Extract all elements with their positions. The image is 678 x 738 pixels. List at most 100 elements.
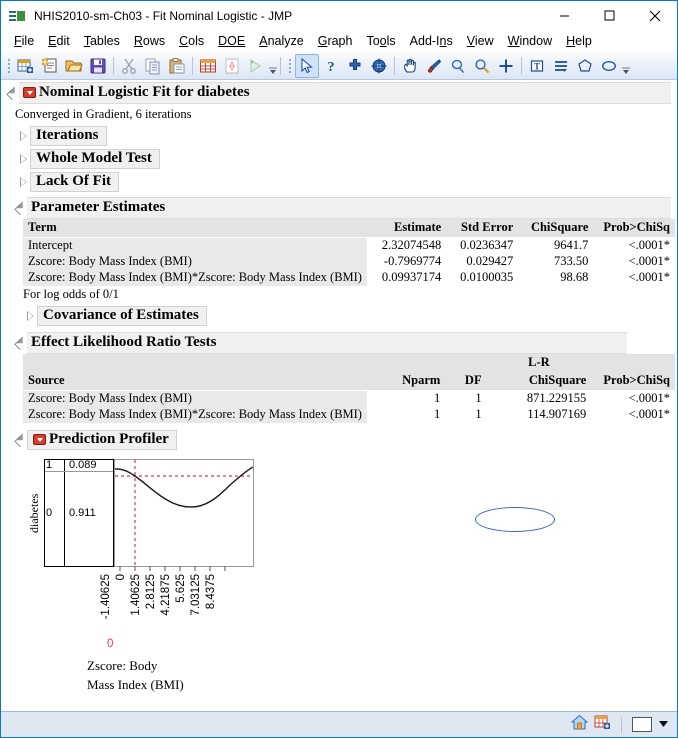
- cell-prob: <.0001*: [591, 407, 675, 423]
- menu-analyze[interactable]: Analyze: [252, 32, 310, 50]
- section-lack-of-fit[interactable]: Lack Of Fit: [1, 172, 677, 192]
- crosshair-icon[interactable]: [343, 54, 367, 78]
- table-row[interactable]: Zscore: Body Mass Index (BMI)*Zscore: Bo…: [23, 407, 675, 423]
- disclosure-triangle-open-main[interactable]: [7, 88, 18, 99]
- disclosure-triangle-closed-lack-of-fit[interactable]: [18, 176, 29, 188]
- new-script-icon[interactable]: [38, 54, 62, 78]
- prediction-profiler-header[interactable]: Prediction Profiler: [27, 430, 177, 450]
- open-file-icon[interactable]: [62, 54, 86, 78]
- report-pane: Nominal Logistic Fit for diabetes Conver…: [1, 80, 677, 711]
- col-std-error[interactable]: Std Error: [446, 219, 519, 238]
- maximize-icon[interactable]: [587, 1, 632, 30]
- polygon-icon[interactable]: [573, 54, 597, 78]
- disclosure-triangle-open-effect-tests[interactable]: [15, 338, 26, 349]
- red-triangle-menu-profiler[interactable]: [33, 434, 46, 445]
- menu-help[interactable]: Help: [559, 32, 599, 50]
- menu-file[interactable]: File: [7, 32, 41, 50]
- nominal-logistic-fit-header[interactable]: Nominal Logistic Fit for diabetes: [19, 82, 671, 104]
- main-title-text: Nominal Logistic Fit for diabetes: [39, 84, 250, 100]
- run-script-icon[interactable]: [244, 54, 268, 78]
- copy-icon[interactable]: [141, 54, 165, 78]
- toolbar-separator-1: [113, 56, 114, 75]
- magnifier-icon[interactable]: [470, 54, 494, 78]
- covariance-of-estimates-label: Covariance of Estimates: [37, 306, 207, 326]
- col-df[interactable]: DF: [445, 372, 487, 391]
- close-icon[interactable]: [632, 1, 677, 30]
- table-row[interactable]: Intercept 2.32074548 0.0236347 9641.7 <.…: [23, 237, 675, 254]
- profiler-current-x-value[interactable]: 0: [107, 638, 677, 650]
- brush-target-icon[interactable]: [367, 54, 391, 78]
- menu-rows[interactable]: Rows: [127, 32, 172, 50]
- cut-icon[interactable]: [117, 54, 141, 78]
- section-covariance-of-estimates[interactable]: Covariance of Estimates: [1, 306, 677, 326]
- toolbar-grip-2[interactable]: [286, 57, 293, 75]
- minimize-icon[interactable]: [542, 1, 587, 30]
- menu-cols[interactable]: Cols: [172, 32, 211, 50]
- cell-prob: <.0001*: [593, 270, 675, 286]
- x-axis-label-line2: Mass Index (BMI): [87, 676, 184, 692]
- data-table-icon[interactable]: [594, 714, 611, 735]
- grabber-hand-icon[interactable]: [398, 54, 422, 78]
- toolbar-overflow-1[interactable]: [268, 55, 277, 77]
- col-source[interactable]: Source: [23, 372, 367, 391]
- color-swatch[interactable]: [632, 717, 652, 732]
- arrow-select-icon[interactable]: [295, 53, 319, 78]
- paste-icon[interactable]: [165, 54, 189, 78]
- table-row[interactable]: Zscore: Body Mass Index (BMI) -0.7969774…: [23, 254, 675, 270]
- col-prob-chisq[interactable]: Prob>ChiSq: [591, 372, 675, 391]
- report-icon[interactable]: [220, 54, 244, 78]
- lasso-icon[interactable]: [446, 54, 470, 78]
- col-prob-chisq[interactable]: Prob>ChiSq: [593, 219, 675, 238]
- col-estimate[interactable]: Estimate: [366, 219, 447, 238]
- profiler-level-divider: [45, 471, 113, 472]
- menu-tables[interactable]: Tables: [77, 32, 127, 50]
- whole-model-test-label: Whole Model Test: [30, 149, 160, 169]
- col-nparm[interactable]: Nparm: [366, 372, 446, 391]
- menu-addins[interactable]: Add-Ins: [403, 32, 460, 50]
- menu-window[interactable]: Window: [501, 32, 559, 50]
- profiler-plot-area[interactable]: [114, 459, 254, 571]
- toolbar-grip-1[interactable]: [5, 57, 12, 75]
- col-chisquare[interactable]: ChiSquare: [486, 372, 592, 391]
- text-annotate-icon[interactable]: T: [525, 54, 549, 78]
- table-row[interactable]: Zscore: Body Mass Index (BMI) 1 1 871.22…: [23, 390, 675, 407]
- data-table-icon[interactable]: [196, 54, 220, 78]
- new-data-table-icon[interactable]: [14, 54, 38, 78]
- menu-graph[interactable]: Graph: [311, 32, 360, 50]
- parameter-estimates-header[interactable]: Parameter Estimates: [27, 197, 671, 219]
- menu-tools[interactable]: TTools: [359, 32, 402, 50]
- toolbar-separator-3: [280, 56, 281, 75]
- brush-icon[interactable]: [422, 54, 446, 78]
- toolbar-overflow-2[interactable]: [621, 55, 630, 77]
- section-whole-model-test[interactable]: Whole Model Test: [1, 149, 677, 169]
- disclosure-triangle-open-profiler[interactable]: [15, 435, 26, 446]
- cell-nparm: 1: [366, 407, 446, 423]
- help-question-icon[interactable]: ?: [319, 54, 343, 78]
- profiler-graph[interactable]: diabetes 1 0.089 0 0.911 -1.40625 0 1.40…: [27, 459, 677, 695]
- effect-tests-header[interactable]: Effect Likelihood Ratio Tests: [27, 332, 627, 354]
- menu-edit[interactable]: Edit: [41, 32, 77, 50]
- disclosure-triangle-closed-iterations[interactable]: [18, 130, 29, 142]
- ellipse-icon[interactable]: [597, 54, 621, 78]
- dropdown-arrow-icon[interactable]: [658, 716, 669, 734]
- red-triangle-menu-main[interactable]: [23, 87, 36, 98]
- jmp-window: NHIS2010-sm-Ch03 - Fit Nominal Logistic …: [0, 0, 678, 738]
- section-iterations[interactable]: Iterations: [1, 126, 677, 146]
- cell-nparm: 1: [366, 390, 446, 407]
- menu-view[interactable]: View: [460, 32, 501, 50]
- lack-of-fit-label: Lack Of Fit: [30, 172, 119, 192]
- toolbar-separator-4: [394, 56, 395, 75]
- profiler-level-bottom: 0: [46, 507, 53, 519]
- disclosure-triangle-open-parameter-estimates[interactable]: [15, 203, 26, 214]
- col-chisquare[interactable]: ChiSquare: [518, 219, 594, 238]
- disclosure-triangle-closed-covariance[interactable]: [25, 310, 36, 322]
- crosshairs-plus-icon[interactable]: [494, 54, 518, 78]
- lines-icon[interactable]: [549, 54, 573, 78]
- menu-doe[interactable]: DOE: [211, 32, 252, 50]
- disclosure-triangle-closed-whole-model[interactable]: [18, 153, 29, 165]
- svg-text:T: T: [534, 61, 540, 71]
- save-file-icon[interactable]: [86, 54, 110, 78]
- table-row[interactable]: Zscore: Body Mass Index (BMI)*Zscore: Bo…: [23, 270, 675, 286]
- home-icon[interactable]: [570, 714, 589, 735]
- col-term[interactable]: Term: [23, 219, 367, 238]
